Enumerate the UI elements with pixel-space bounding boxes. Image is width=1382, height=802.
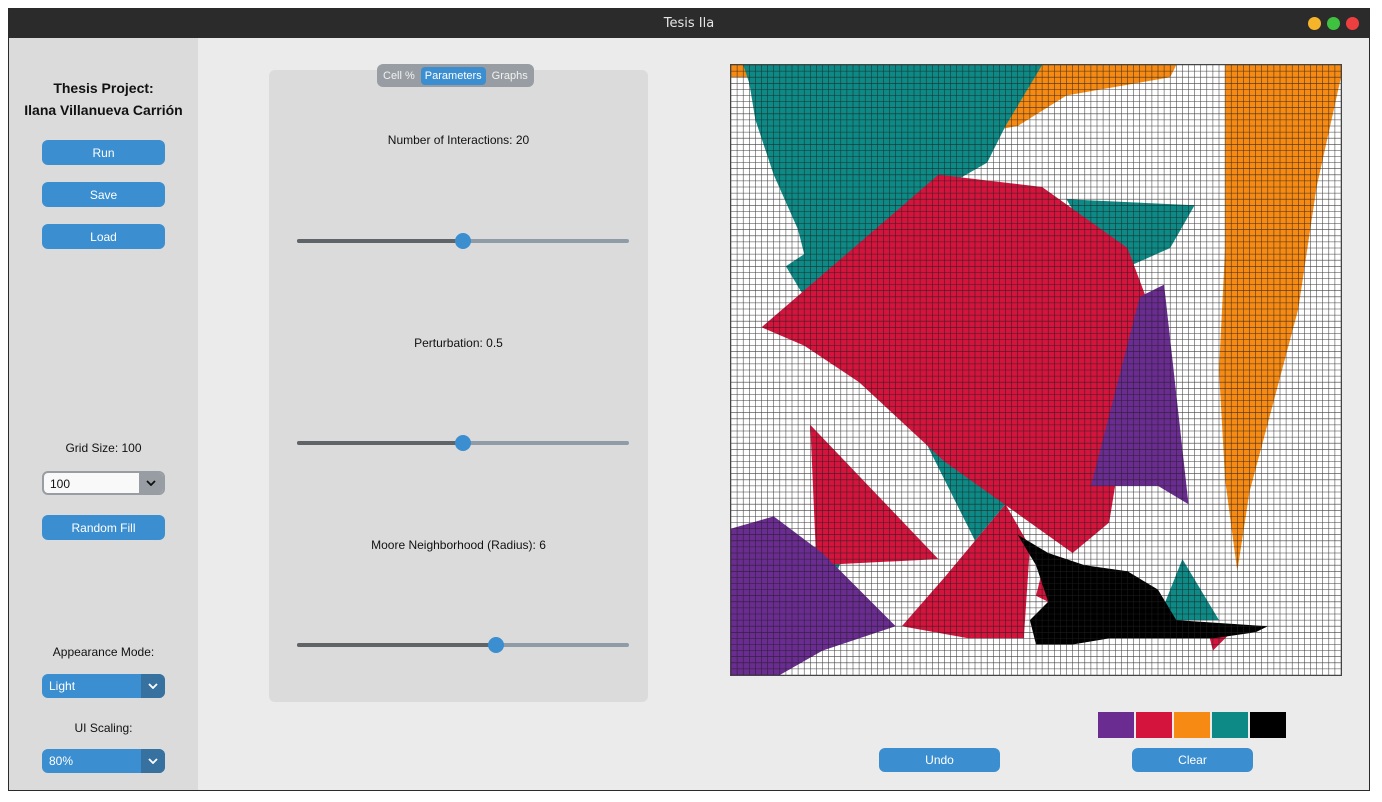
slider-fill bbox=[297, 239, 463, 243]
radius-label: Moore Neighborhood (Radius): 6 bbox=[371, 538, 546, 552]
load-button[interactable]: Load bbox=[42, 224, 165, 249]
chevron-down-icon[interactable] bbox=[141, 749, 165, 773]
window-controls bbox=[1308, 17, 1359, 30]
slider-handle[interactable] bbox=[455, 435, 471, 451]
slider-fill bbox=[297, 643, 497, 647]
grid-size-label: Grid Size: 100 bbox=[65, 441, 142, 455]
color-swatch-black[interactable] bbox=[1250, 712, 1286, 738]
cell-grid-canvas[interactable] bbox=[730, 64, 1342, 676]
title-bar: Tesis Ila bbox=[9, 9, 1369, 38]
ui-scaling-label: UI Scaling: bbox=[74, 721, 133, 735]
chevron-down-icon[interactable] bbox=[139, 473, 163, 493]
grid-lines bbox=[731, 65, 1341, 675]
tab-selector: Cell % Parameters Graphs bbox=[377, 64, 534, 87]
perturbation-label: Perturbation: 0.5 bbox=[414, 336, 503, 350]
minimize-button[interactable] bbox=[1308, 17, 1321, 30]
slider-fill bbox=[297, 441, 463, 445]
interactions-label: Number of Interactions: 20 bbox=[387, 133, 530, 147]
appearance-mode-menu[interactable]: Light bbox=[42, 674, 165, 698]
tab-graphs[interactable]: Graphs bbox=[488, 67, 532, 85]
chevron-down-icon[interactable] bbox=[141, 674, 165, 698]
appearance-mode-value[interactable]: Light bbox=[49, 679, 75, 693]
run-button[interactable]: Run bbox=[42, 140, 165, 165]
ui-scaling-value[interactable]: 80% bbox=[49, 754, 73, 768]
tab-view bbox=[269, 70, 648, 702]
perturbation-slider[interactable] bbox=[297, 434, 629, 452]
grid-size-combobox[interactable]: 100 bbox=[42, 471, 165, 495]
sidebar-title-line2: Ilana Villanueva Carrión bbox=[24, 102, 183, 118]
sidebar-title-line1: Thesis Project: bbox=[53, 80, 154, 96]
save-button[interactable]: Save bbox=[42, 182, 165, 207]
ui-scaling-menu[interactable]: 80% bbox=[42, 749, 165, 773]
sidebar: Thesis Project: Ilana Villanueva Carrión… bbox=[9, 38, 198, 790]
tab-parameters[interactable]: Parameters bbox=[420, 66, 486, 85]
appearance-mode-label: Appearance Mode: bbox=[52, 645, 155, 659]
slider-handle[interactable] bbox=[455, 233, 471, 249]
radius-slider[interactable] bbox=[297, 636, 629, 654]
window-title: Tesis Ila bbox=[663, 16, 715, 31]
grid-size-value[interactable]: 100 bbox=[50, 477, 70, 491]
color-swatch-orange[interactable] bbox=[1174, 712, 1210, 738]
cell-grid-svg[interactable] bbox=[731, 65, 1341, 675]
app-window: Tesis Ila Thesis Project: Ilana Villanue… bbox=[8, 8, 1370, 791]
random-fill-button[interactable]: Random Fill bbox=[42, 515, 165, 540]
color-swatch-purple[interactable] bbox=[1098, 712, 1134, 738]
maximize-button[interactable] bbox=[1327, 17, 1340, 30]
interactions-slider[interactable] bbox=[297, 232, 629, 250]
slider-handle[interactable] bbox=[488, 637, 505, 653]
tab-cell-percent[interactable]: Cell % bbox=[379, 67, 419, 85]
color-swatch-teal[interactable] bbox=[1212, 712, 1248, 738]
close-button[interactable] bbox=[1346, 17, 1359, 30]
undo-button[interactable]: Undo bbox=[879, 748, 1000, 772]
color-swatch-red[interactable] bbox=[1136, 712, 1172, 738]
clear-button[interactable]: Clear bbox=[1132, 748, 1253, 772]
